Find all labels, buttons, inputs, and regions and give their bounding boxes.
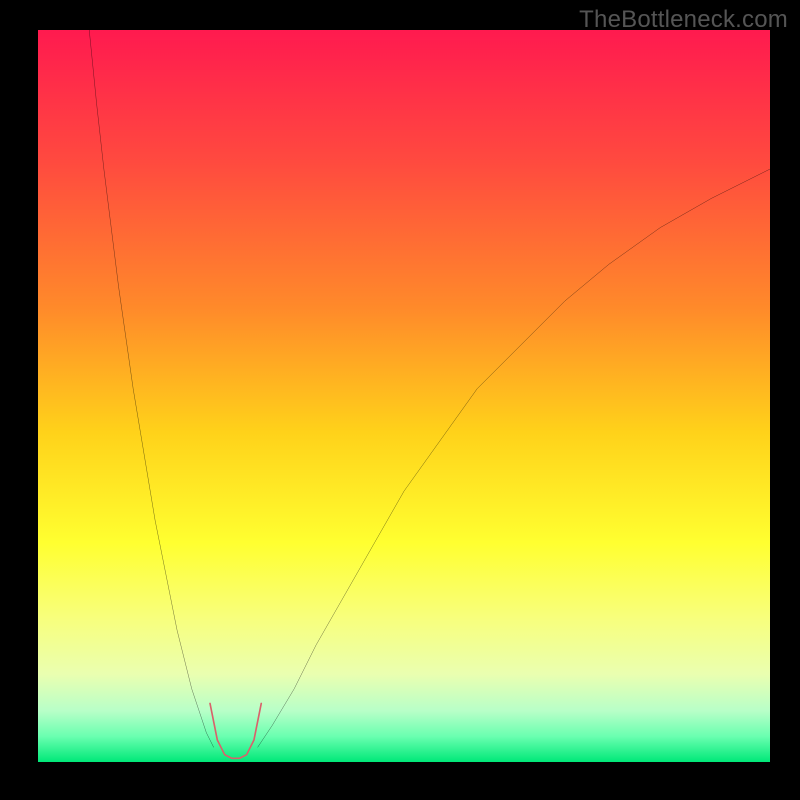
chart-background <box>38 30 770 762</box>
chart-frame: TheBottleneck.com <box>0 0 800 800</box>
bottleneck-chart <box>38 30 770 762</box>
